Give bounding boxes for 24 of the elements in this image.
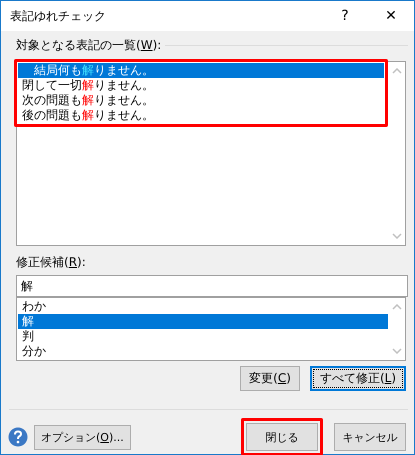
- close-button[interactable]: ✕: [368, 1, 414, 31]
- list-label: 対象となる表記の一覧(W):: [16, 37, 162, 54]
- action-button[interactable]: すべて修正(L): [310, 366, 406, 391]
- list-item[interactable]: 次の問題も解 りません。: [18, 93, 384, 108]
- help-button[interactable]: ?: [322, 1, 368, 31]
- window-title: 表記ゆれチェック: [9, 8, 107, 24]
- scroll-down-icon[interactable]: [392, 233, 402, 239]
- scroll-up-icon[interactable]: [392, 68, 402, 74]
- scroll-down-icon[interactable]: [392, 348, 402, 354]
- help-icon[interactable]: [8, 427, 28, 447]
- dialog-button[interactable]: キャンセル: [334, 423, 406, 451]
- list-item[interactable]: 解: [18, 314, 388, 329]
- list-item[interactable]: 後の問題も解 りません。: [18, 108, 384, 123]
- list-item[interactable]: 閉して一切解 りません。: [18, 78, 384, 93]
- candidate-field[interactable]: 解: [16, 275, 408, 297]
- list-item[interactable]: 分か: [18, 344, 388, 359]
- list-item[interactable]: わか: [18, 299, 388, 314]
- action-button[interactable]: 変更(C): [240, 366, 300, 391]
- candidates-label: 修正候補(R):: [16, 254, 87, 271]
- dialog-button[interactable]: 閉じる: [246, 423, 318, 451]
- options-button[interactable]: オプション(O)...: [34, 424, 131, 450]
- list-item[interactable]: 判: [18, 329, 388, 344]
- list-item[interactable]: 結局何も解 りません。: [18, 63, 384, 78]
- scroll-up-icon[interactable]: [392, 304, 402, 310]
